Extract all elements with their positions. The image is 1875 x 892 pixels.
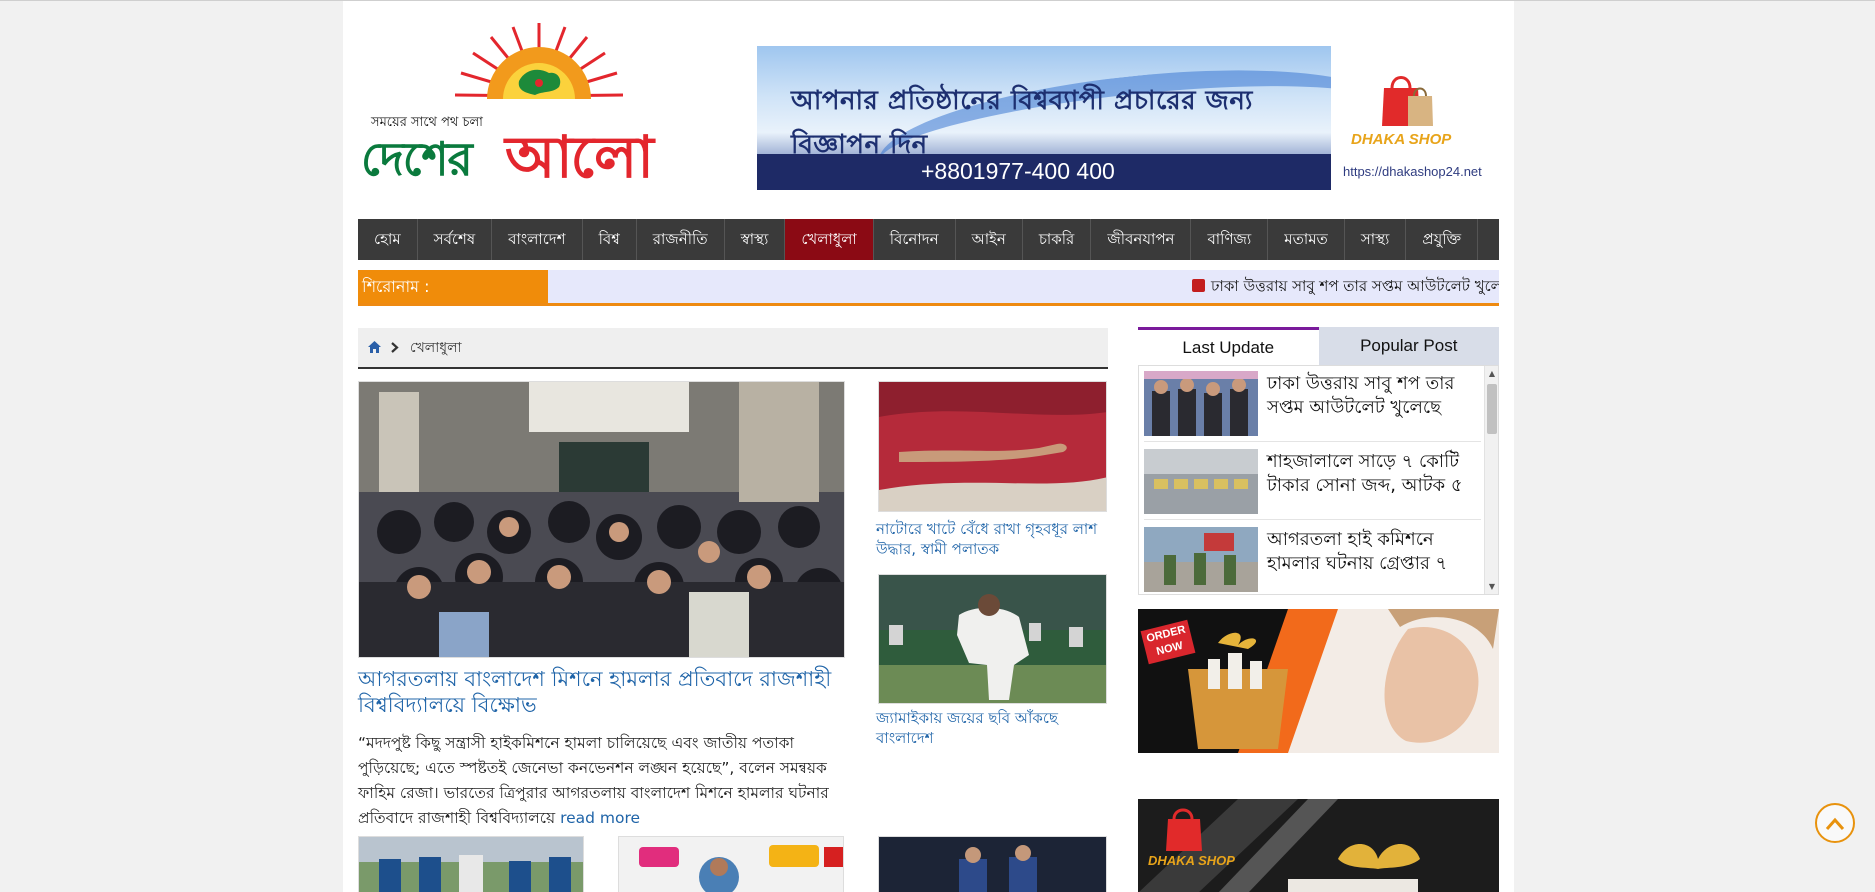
main-nav: হোম সর্বশেষ বাংলাদেশ বিশ্ব রাজনীতি স্বাস্থ্য খ… <box>358 219 1499 260</box>
ad-shop-brand: DHAKA SHOP <box>1148 853 1235 868</box>
nav-item[interactable]: খেলাধুলা <box>785 219 874 260</box>
chevron-up-icon <box>1825 817 1845 830</box>
story-thumb-1[interactable] <box>358 836 584 892</box>
list-item-title: শাহজালালে সাড়ে ৭ কোটি টাকার সোনা জব্দ, … <box>1267 451 1463 496</box>
latest-list: ঢাকা উত্তরায় সাবু শপ তার সপ্তম আউটলেট খ… <box>1138 365 1499 595</box>
sidebar-ad-dhaka-shop[interactable]: DHAKA SHOP <box>1138 799 1499 892</box>
nav-item[interactable]: জীবনযাপন <box>1091 219 1192 260</box>
home-icon[interactable] <box>368 340 385 356</box>
breadcrumb-current: খেলাধুলা <box>409 340 462 356</box>
page-container: সময়ের সাথে পথ চলা দেশের আলো আপনার প্রতি… <box>343 1 1514 892</box>
ad-phone: +8801977-400 400 <box>921 158 1115 184</box>
lead-story-excerpt: “মদদপুষ্ট কিছু সন্ত্রাসী হাইকমিশনে হামলা… <box>358 731 848 831</box>
ad-brand-name: DHAKA SHOP <box>1351 131 1452 148</box>
read-more-link[interactable]: read more <box>560 809 640 827</box>
scroll-thumb[interactable] <box>1487 384 1497 434</box>
scroll-up-icon[interactable]: ▲ <box>1485 369 1498 378</box>
nav-item[interactable]: আইন <box>956 219 1023 260</box>
list-item-title: আগরতলা হাই কমিশনে হামলার ঘটনায় গ্রেপ্তা… <box>1267 529 1448 574</box>
ad-background: আপনার প্রতিষ্ঠানের বিশ্বব্যাপী প্রচারের … <box>757 46 1331 190</box>
header-ad-banner[interactable]: আপনার প্রতিষ্ঠানের বিশ্বব্যাপী প্রচারের … <box>757 46 1493 190</box>
site-logo[interactable]: সময়ের সাথে পথ চলা দেশের আলো <box>361 21 707 201</box>
nav-item[interactable]: সর্বশেষ <box>418 219 493 260</box>
side-card-image-2[interactable] <box>878 574 1107 704</box>
lead-story-title[interactable]: আগরতলায় বাংলাদেশ মিশনে হামলার প্রতিবাদে… <box>358 666 838 718</box>
side-card-title-2[interactable]: জ্যামাইকায় জয়ের ছবি আঁকছে বাংলাদেশ <box>876 708 1108 748</box>
list-item-thumb <box>1144 449 1258 514</box>
tab-popular-post[interactable]: Popular Post <box>1318 327 1499 365</box>
shopping-bag-icon <box>1382 76 1433 126</box>
ad-url[interactable]: https://dhakashop24.net <box>1343 164 1482 179</box>
list-item-thumb <box>1144 371 1258 436</box>
sidebar-ad-beauty[interactable]: ORDER NOW <box>1138 609 1499 753</box>
nav-item[interactable]: বিনোদন <box>874 219 956 260</box>
logo-name-part1: দেশের <box>361 132 473 186</box>
list-item[interactable]: ঢাকা উত্তরায় সাবু শপ তার সপ্তম আউটলেট খ… <box>1144 366 1481 442</box>
back-to-top-button[interactable] <box>1815 803 1855 843</box>
headline-ticker: শিরোনাম : ঢাকা উত্তরায় সাবু শপ তার সপ্ত… <box>358 270 1499 306</box>
list-item-title: ঢাকা উত্তরায় সাবু শপ তার সপ্তম আউটলেট খ… <box>1267 373 1455 418</box>
nav-item[interactable]: বাণিজ্য <box>1191 219 1269 260</box>
side-card-image-1[interactable] <box>878 381 1107 512</box>
bullet-icon <box>1192 279 1205 292</box>
nav-item[interactable]: প্রযুক্তি <box>1406 219 1479 260</box>
side-card-title-1[interactable]: নাটোরে খাটে বেঁধে রাখা গৃহবধূর লাশ উদ্ধা… <box>876 519 1108 559</box>
nav-item[interactable]: রাজনীতি <box>637 219 725 260</box>
ad-brand-panel: DHAKA SHOP https://dhakashop24.net <box>1331 46 1493 190</box>
chevron-right-icon <box>391 340 403 356</box>
nav-item[interactable]: স্বাস্থ্য <box>725 219 786 260</box>
ticker-headline-text: ঢাকা উত্তরায় সাবু শপ তার সপ্তম আউটলেট খ… <box>1211 277 1499 295</box>
list-item[interactable]: শাহজালালে সাড়ে ৭ কোটি টাকার সোনা জব্দ, … <box>1144 444 1481 520</box>
nav-item[interactable]: বিশ্ব <box>583 219 637 260</box>
lead-story-image[interactable] <box>358 381 845 658</box>
nav-item[interactable]: বাংলাদেশ <box>492 219 583 260</box>
ticker-headline[interactable]: ঢাকা উত্তরায় সাবু শপ তার সপ্তম আউটলেট খ… <box>1192 270 1499 303</box>
list-item-thumb <box>1144 527 1258 592</box>
breadcrumb: খেলাধুলা <box>358 328 1108 369</box>
nav-item[interactable]: মতামত <box>1268 219 1345 260</box>
story-thumb-3[interactable] <box>878 836 1107 892</box>
ticker-label: শিরোনাম : <box>358 270 548 303</box>
list-item[interactable]: আগরতলা হাই কমিশনে হামলার ঘটনায় গ্রেপ্তা… <box>1144 522 1481 594</box>
scroll-down-icon[interactable]: ▼ <box>1485 582 1498 591</box>
sidebar-tabs: Last Update Popular Post <box>1138 327 1499 365</box>
story-thumb-2[interactable] <box>618 836 844 892</box>
tab-last-update[interactable]: Last Update <box>1138 327 1319 365</box>
logo-name-part2: আলো <box>505 123 654 191</box>
nav-item[interactable]: সাস্থ্য <box>1345 219 1407 260</box>
nav-item[interactable]: চাকরি <box>1023 219 1092 260</box>
latest-list-scrollbar[interactable]: ▲ ▼ <box>1484 366 1498 594</box>
nav-item[interactable]: হোম <box>358 219 418 260</box>
